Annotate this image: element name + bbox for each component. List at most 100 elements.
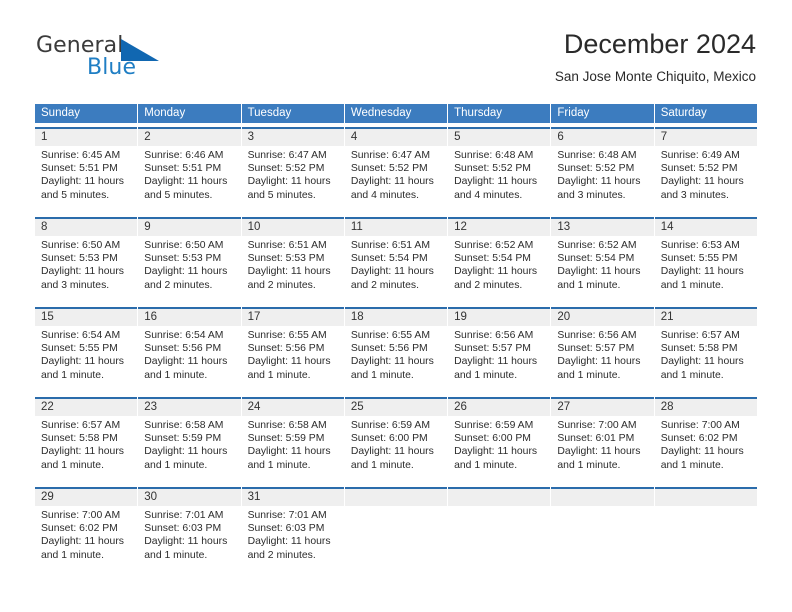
day-number: 7 — [654, 129, 757, 146]
daylight-duration-line1: Daylight: 11 hours — [660, 356, 744, 368]
calendar-day-cell[interactable]: 9 Sunrise: 6:50 AM Sunset: 5:53 PM Daylight… — [138, 217, 241, 303]
daylight-duration-line1: Daylight: 11 hours — [660, 176, 744, 188]
day-number: 5 — [448, 129, 551, 146]
calendar-day-cell[interactable]: 11 Sunrise: 6:51 AM Sunset: 5:54 PM Dayligh… — [344, 217, 448, 303]
day-number: 18 — [344, 309, 448, 326]
sunset-time: Sunset: 5:57 PM — [454, 343, 531, 355]
calendar-day-cell[interactable]: 23 Sunrise: 6:58 AM Sunset: 5:59 PM Dayligh… — [138, 397, 241, 483]
daylight-duration-line1: Daylight: 11 hours — [454, 176, 538, 188]
calendar-day-cell[interactable]: 12 Sunrise: 6:52 AM Sunset: 5:54 PM Dayligh… — [448, 217, 551, 303]
calendar-day-cell[interactable]: 29 Sunrise: 7:00 AM Sunset: 6:02 PM Dayligh… — [35, 487, 138, 573]
day-details: Sunrise: 6:54 AM Sunset: 5:55 PM Daylight:… — [35, 326, 137, 382]
sunset-time: Sunset: 5:53 PM — [144, 253, 222, 265]
calendar-day-cell[interactable]: 3 Sunrise: 6:47 AM Sunset: 5:52 PM Daylight… — [241, 127, 344, 213]
calendar-day-cell[interactable]: 4 Sunrise: 6:47 AM Sunset: 5:52 PM Daylight… — [344, 127, 448, 213]
sunset-time: Sunset: 5:54 PM — [454, 253, 531, 265]
sunrise-time: Sunrise: 6:46 AM — [144, 150, 224, 161]
day-details: Sunrise: 6:50 AM Sunset: 5:53 PM Daylight:… — [35, 236, 137, 292]
daylight-duration-line1: Daylight: 11 hours — [557, 176, 641, 188]
sunset-time: Sunset: 5:56 PM — [144, 343, 222, 355]
calendar-day-cell[interactable]: 21 Sunrise: 6:57 AM Sunset: 5:58 PM Dayligh… — [654, 307, 757, 393]
daylight-duration-line1: Daylight: 11 hours — [144, 356, 228, 368]
sunrise-time: Sunrise: 6:45 AM — [41, 150, 121, 161]
daylight-duration-line1: Daylight: 11 hours — [660, 446, 744, 458]
calendar-day-cell[interactable]: 28 Sunrise: 7:00 AM Sunset: 6:02 PM Dayligh… — [654, 397, 757, 483]
calendar-day-cell[interactable]: 19 Sunrise: 6:56 AM Sunset: 5:57 PM Dayligh… — [448, 307, 551, 393]
day-number: 19 — [448, 309, 551, 326]
sunset-time: Sunset: 5:56 PM — [247, 343, 325, 355]
calendar-day-cell[interactable]: 17 Sunrise: 6:55 AM Sunset: 5:56 PM Dayligh… — [241, 307, 344, 393]
day-details: Sunrise: 6:45 AM Sunset: 5:51 PM Daylight:… — [35, 146, 137, 202]
calendar-day-cell[interactable]: 27 Sunrise: 7:00 AM Sunset: 6:01 PM Dayligh… — [551, 397, 654, 483]
daylight-duration-line2: and 1 minute. — [144, 549, 208, 561]
calendar-day-cell[interactable]: 22 Sunrise: 6:57 AM Sunset: 5:58 PM Dayligh… — [35, 397, 138, 483]
sunset-time: Sunset: 5:55 PM — [41, 343, 118, 355]
calendar-day-cell[interactable]: 18 Sunrise: 6:55 AM Sunset: 5:56 PM Dayligh… — [344, 307, 448, 393]
calendar-day-cell[interactable]: 26 Sunrise: 6:59 AM Sunset: 6:00 PM Dayligh… — [448, 397, 551, 483]
daylight-duration-line2: and 1 minute. — [144, 369, 208, 381]
day-number: 14 — [654, 219, 757, 236]
weekday-header-thursday: Thursday — [448, 104, 551, 123]
daylight-duration-line2: and 1 minute. — [247, 369, 311, 381]
sunrise-time: Sunrise: 6:54 AM — [41, 330, 121, 341]
sunrise-time: Sunrise: 6:50 AM — [41, 240, 121, 251]
calendar-day-cell[interactable]: 15 Sunrise: 6:54 AM Sunset: 5:55 PM Dayligh… — [35, 307, 138, 393]
daylight-duration-line1: Daylight: 11 hours — [557, 266, 641, 278]
sunrise-time: Sunrise: 6:52 AM — [557, 240, 637, 251]
day-number: 25 — [344, 399, 448, 416]
day-number: 24 — [241, 399, 344, 416]
sunset-time: Sunset: 6:03 PM — [144, 523, 222, 535]
day-number: 15 — [35, 309, 138, 326]
sunset-time: Sunset: 5:58 PM — [660, 343, 738, 355]
calendar-day-cell[interactable]: 20 Sunrise: 6:56 AM Sunset: 5:57 PM Dayligh… — [551, 307, 654, 393]
calendar-day-cell[interactable]: 8 Sunrise: 6:50 AM Sunset: 5:53 PM Daylight… — [35, 217, 138, 303]
daylight-duration-line2: and 1 minute. — [41, 459, 104, 471]
sunset-time: Sunset: 5:52 PM — [247, 163, 325, 175]
day-details: Sunrise: 6:57 AM Sunset: 5:58 PM Daylight:… — [35, 416, 137, 472]
day-details: Sunrise: 7:01 AM Sunset: 6:03 PM Daylight:… — [242, 506, 344, 562]
day-details: Sunrise: 6:54 AM Sunset: 5:56 PM Daylight:… — [138, 326, 240, 382]
calendar-day-cell[interactable]: 6 Sunrise: 6:48 AM Sunset: 5:52 PM Daylight… — [551, 127, 654, 213]
calendar-week-row: 8 Sunrise: 6:50 AM Sunset: 5:53 PM Daylight… — [35, 217, 757, 303]
calendar-day-cell[interactable]: 2 Sunrise: 6:46 AM Sunset: 5:51 PM Daylight… — [138, 127, 241, 213]
sunset-time: Sunset: 6:03 PM — [247, 523, 325, 535]
day-number: 31 — [241, 489, 344, 506]
calendar-day-cell[interactable]: 31 Sunrise: 7:01 AM Sunset: 6:03 PM Dayligh… — [241, 487, 344, 573]
sunrise-time: Sunrise: 6:57 AM — [41, 420, 121, 431]
calendar-day-cell[interactable]: 13 Sunrise: 6:52 AM Sunset: 5:54 PM Dayligh… — [551, 217, 654, 303]
day-details: Sunrise: 6:58 AM Sunset: 5:59 PM Daylight:… — [138, 416, 240, 472]
day-number: 4 — [344, 129, 448, 146]
sunrise-time: Sunrise: 6:53 AM — [660, 240, 740, 251]
sunset-time: Sunset: 5:58 PM — [41, 433, 118, 445]
daylight-duration-line1: Daylight: 11 hours — [144, 176, 228, 188]
sunrise-time: Sunrise: 7:01 AM — [247, 510, 327, 521]
daylight-duration-line1: Daylight: 11 hours — [247, 356, 331, 368]
calendar-day-cell[interactable]: 10 Sunrise: 6:51 AM Sunset: 5:53 PM Dayligh… — [241, 217, 344, 303]
day-details: Sunrise: 7:00 AM Sunset: 6:02 PM Daylight:… — [35, 506, 137, 562]
sunset-time: Sunset: 5:51 PM — [144, 163, 222, 175]
day-number: 30 — [138, 489, 241, 506]
daylight-duration-line2: and 1 minute. — [247, 459, 311, 471]
sunrise-time: Sunrise: 6:48 AM — [454, 150, 534, 161]
day-details — [345, 506, 447, 509]
sunrise-time: Sunrise: 6:56 AM — [454, 330, 534, 341]
calendar-day-cell[interactable]: 5 Sunrise: 6:48 AM Sunset: 5:52 PM Daylight… — [448, 127, 551, 213]
daylight-duration-line2: and 1 minute. — [557, 279, 621, 291]
day-details: Sunrise: 7:00 AM Sunset: 6:01 PM Daylight:… — [551, 416, 653, 472]
daylight-duration-line2: and 1 minute. — [660, 459, 724, 471]
day-number: 28 — [654, 399, 757, 416]
calendar-day-cell[interactable]: 14 Sunrise: 6:53 AM Sunset: 5:55 PM Dayligh… — [654, 217, 757, 303]
general-blue-logo[interactable]: General Blue — [36, 33, 216, 89]
calendar-day-cell[interactable]: 24 Sunrise: 6:58 AM Sunset: 5:59 PM Dayligh… — [241, 397, 344, 483]
calendar-day-cell[interactable]: 16 Sunrise: 6:54 AM Sunset: 5:56 PM Dayligh… — [138, 307, 241, 393]
calendar-day-cell[interactable]: 7 Sunrise: 6:49 AM Sunset: 5:52 PM Daylight… — [654, 127, 757, 213]
sunrise-time: Sunrise: 7:00 AM — [557, 420, 637, 431]
calendar-day-cell[interactable]: 25 Sunrise: 6:59 AM Sunset: 6:00 PM Dayligh… — [344, 397, 448, 483]
calendar-day-cell[interactable]: 1 Sunrise: 6:45 AM Sunset: 5:51 PM Daylight… — [35, 127, 138, 213]
day-number: 13 — [551, 219, 654, 236]
sunset-time: Sunset: 5:52 PM — [350, 163, 428, 175]
calendar-day-cell[interactable]: 30 Sunrise: 7:01 AM Sunset: 6:03 PM Dayligh… — [138, 487, 241, 573]
sunset-time: Sunset: 6:01 PM — [557, 433, 635, 445]
daylight-duration-line2: and 5 minutes. — [144, 189, 213, 201]
sunrise-time: Sunrise: 6:54 AM — [144, 330, 224, 341]
